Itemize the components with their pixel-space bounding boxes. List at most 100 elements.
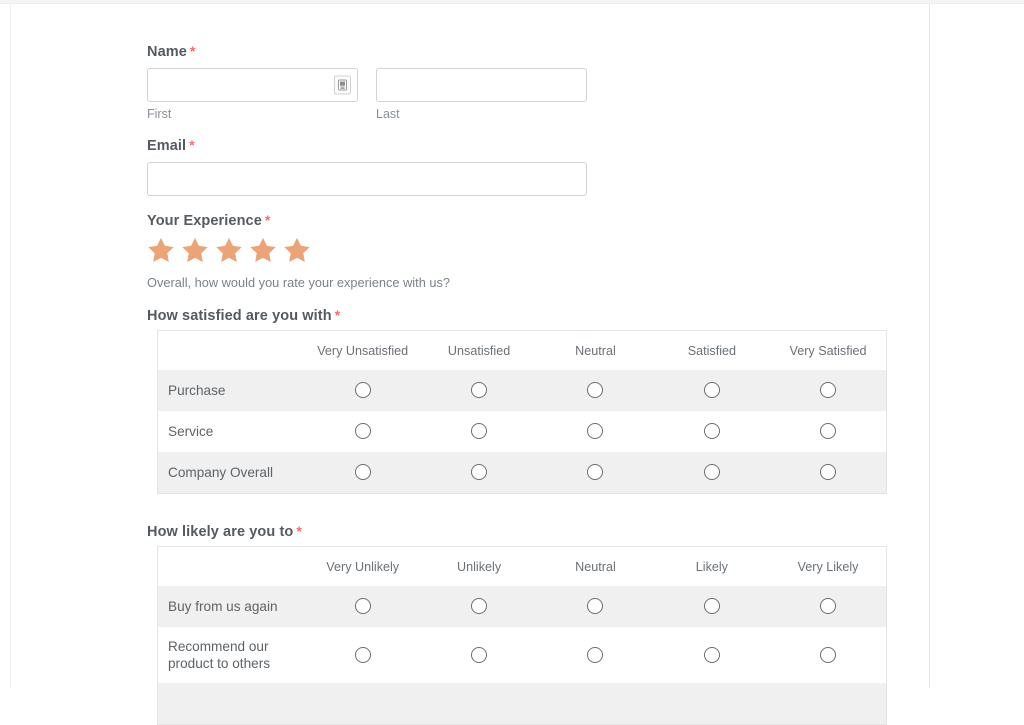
matrix-cell[interactable]	[654, 370, 770, 411]
autofill-icon[interactable]	[334, 76, 351, 95]
matrix-cell[interactable]	[421, 683, 537, 725]
matrix-row: Company Overall	[158, 452, 887, 494]
matrix-cell[interactable]	[770, 370, 886, 411]
matrix-cell[interactable]	[421, 411, 537, 452]
matrix-row: Recommend our product to others	[158, 627, 887, 683]
experience-help-text: Overall, how would you rate your experie…	[147, 275, 450, 291]
matrix-cell[interactable]	[537, 411, 653, 452]
star-icon-3[interactable]	[215, 236, 243, 264]
matrix-cell[interactable]	[537, 683, 653, 725]
field-experience: Your Experience* Overall, how would you …	[147, 211, 450, 291]
matrix-cell[interactable]	[770, 683, 886, 725]
first-name-sublabel: First	[147, 107, 358, 122]
matrix-cell[interactable]	[770, 586, 886, 627]
matrix-cell[interactable]	[305, 627, 421, 683]
matrix-cell[interactable]	[421, 627, 537, 683]
matrix-cell[interactable]	[537, 586, 653, 627]
radio-button[interactable]	[355, 598, 371, 614]
matrix-cell[interactable]	[654, 683, 770, 725]
matrix-cell[interactable]	[537, 370, 653, 411]
radio-button[interactable]	[355, 464, 371, 480]
radio-button[interactable]	[820, 464, 836, 480]
field-likelihood-matrix-label: How likely are you to*	[147, 522, 302, 541]
matrix-cell[interactable]	[654, 586, 770, 627]
radio-button[interactable]	[587, 464, 603, 480]
matrix-cell[interactable]	[537, 627, 653, 683]
likelihood-matrix-label-text: How likely are you to	[147, 524, 293, 540]
radio-button[interactable]	[587, 382, 603, 398]
matrix-cell[interactable]	[654, 411, 770, 452]
matrix-cell[interactable]	[305, 370, 421, 411]
matrix-col-header: Neutral	[537, 547, 653, 587]
name-label: Name*	[147, 42, 587, 61]
field-email: Email*	[147, 136, 587, 196]
radio-button[interactable]	[820, 647, 836, 663]
star-icon-4[interactable]	[249, 236, 277, 264]
radio-button[interactable]	[471, 382, 487, 398]
radio-button[interactable]	[587, 598, 603, 614]
matrix-cell[interactable]	[770, 627, 886, 683]
last-name-input[interactable]	[376, 68, 587, 102]
radio-button[interactable]	[820, 382, 836, 398]
experience-required-asterisk: *	[265, 212, 271, 228]
email-label: Email*	[147, 136, 587, 155]
matrix-col-header: Very Likely	[770, 547, 886, 587]
email-label-text: Email	[147, 138, 186, 154]
matrix-cell[interactable]	[654, 452, 770, 494]
matrix-cell[interactable]	[305, 683, 421, 725]
matrix-col-header: Unsatisfied	[421, 331, 537, 371]
matrix-cell[interactable]	[421, 370, 537, 411]
matrix-cell[interactable]	[654, 627, 770, 683]
email-input[interactable]	[147, 162, 587, 196]
matrix-cell[interactable]	[305, 452, 421, 494]
experience-label-text: Your Experience	[147, 213, 262, 229]
radio-button[interactable]	[471, 598, 487, 614]
first-name-input[interactable]	[147, 68, 358, 102]
radio-button[interactable]	[471, 464, 487, 480]
radio-button[interactable]	[471, 647, 487, 663]
radio-button[interactable]	[704, 598, 720, 614]
radio-button[interactable]	[820, 598, 836, 614]
form-container: Name*	[10, 4, 930, 688]
matrix-row-label: Service	[158, 411, 305, 452]
matrix-row-label	[158, 683, 305, 725]
likelihood-matrix-label: How likely are you to*	[147, 522, 302, 541]
satisfaction-matrix-label: How satisfied are you with*	[147, 306, 340, 325]
satisfaction-matrix-label-text: How satisfied are you with	[147, 308, 332, 324]
matrix-cell[interactable]	[305, 411, 421, 452]
radio-button[interactable]	[355, 423, 371, 439]
matrix-cell[interactable]	[305, 586, 421, 627]
radio-button[interactable]	[704, 647, 720, 663]
matrix-row-label: Buy from us again	[158, 586, 305, 627]
star-icon-5[interactable]	[283, 236, 311, 264]
star-icon-1[interactable]	[147, 236, 175, 264]
matrix-cell[interactable]	[770, 452, 886, 494]
matrix-cell[interactable]	[537, 452, 653, 494]
matrix-col-header: Very Satisfied	[770, 331, 886, 371]
experience-label: Your Experience*	[147, 211, 450, 230]
radio-button[interactable]	[587, 423, 603, 439]
matrix-row-label: Company Overall	[158, 452, 305, 494]
radio-button[interactable]	[704, 423, 720, 439]
radio-button[interactable]	[471, 423, 487, 439]
name-label-text: Name	[147, 44, 187, 60]
radio-button[interactable]	[587, 647, 603, 663]
name-last-group: Last	[376, 68, 587, 122]
name-required-asterisk: *	[190, 43, 196, 59]
radio-button[interactable]	[355, 647, 371, 663]
field-name: Name*	[147, 42, 587, 122]
radio-button[interactable]	[704, 464, 720, 480]
radio-button[interactable]	[355, 382, 371, 398]
radio-button[interactable]	[820, 423, 836, 439]
radio-button[interactable]	[704, 382, 720, 398]
matrix-cell[interactable]	[770, 411, 886, 452]
star-icon-2[interactable]	[181, 236, 209, 264]
matrix-row: Buy from us again	[158, 586, 887, 627]
matrix-row: Purchase	[158, 370, 887, 411]
name-inputs-row: First Last	[147, 68, 587, 122]
matrix-col-header: Likely	[654, 547, 770, 587]
star-rating[interactable]	[147, 236, 450, 264]
matrix-row: Service	[158, 411, 887, 452]
matrix-cell[interactable]	[421, 452, 537, 494]
matrix-cell[interactable]	[421, 586, 537, 627]
